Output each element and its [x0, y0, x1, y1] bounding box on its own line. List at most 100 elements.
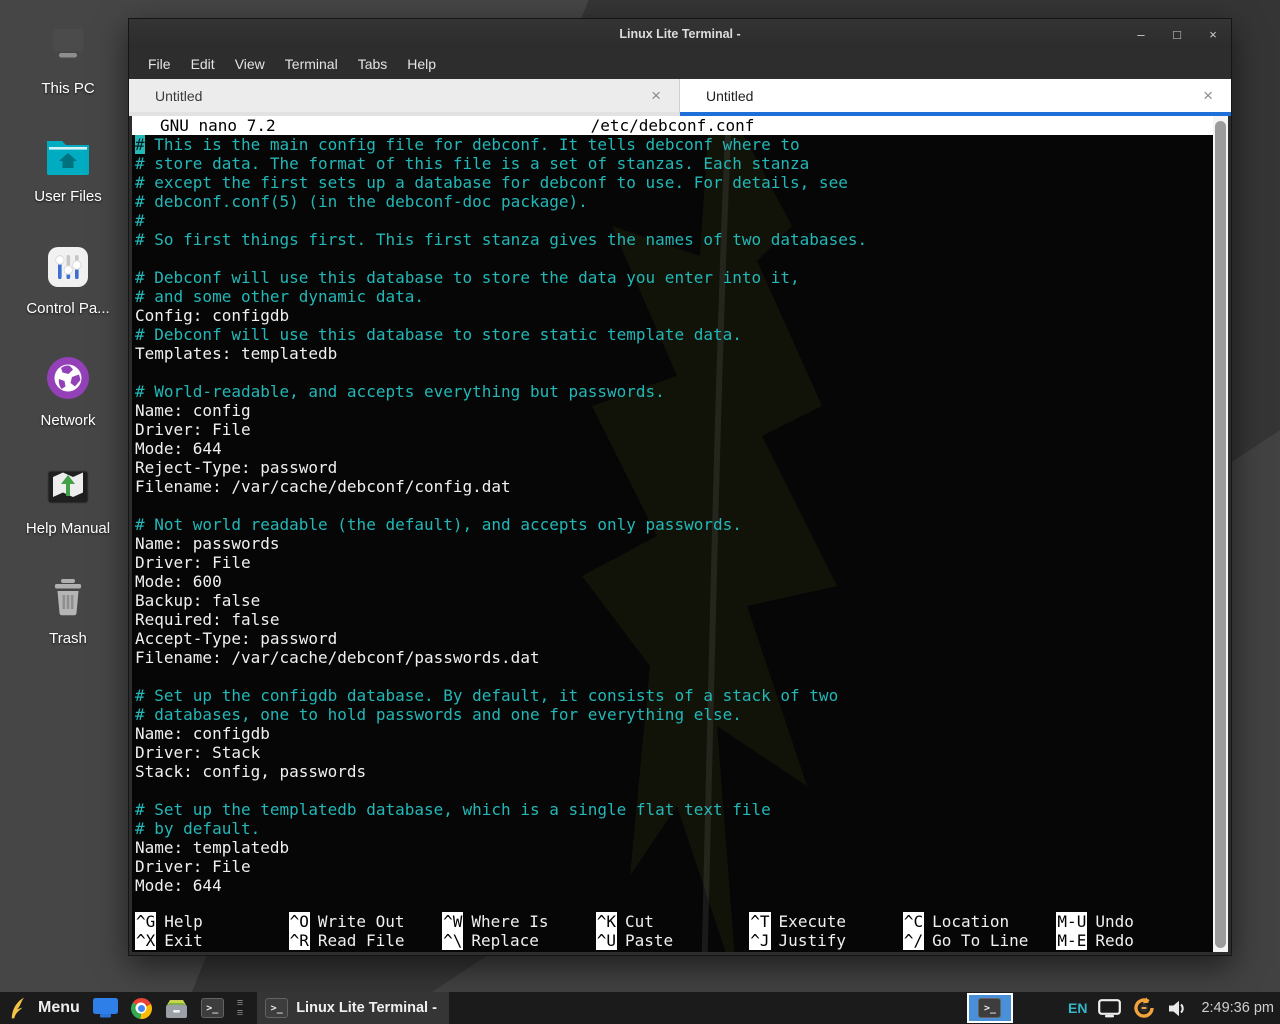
menu-file[interactable]: File — [138, 52, 181, 76]
shortcut-label: Redo — [1095, 931, 1134, 950]
computer-icon — [44, 26, 92, 73]
desktop-icon-label: Control Pa... — [26, 300, 109, 317]
menu-edit[interactable]: Edit — [181, 52, 225, 76]
nano-line: # This is the main config file for debco… — [135, 135, 1212, 154]
nano-line: # store data. The format of this file is… — [135, 154, 1212, 173]
nano-line: Name: passwords — [135, 534, 1212, 553]
nano-content-lines[interactable]: # This is the main config file for debco… — [135, 135, 1212, 895]
tab-close-icon[interactable]: × — [647, 86, 665, 106]
shortcut-key: ^U — [596, 931, 617, 950]
shortcut-label: Write Out — [318, 912, 405, 931]
taskbar: Menu >_ ≡≡ >_ Linux Lite Terminal - >_ — [0, 992, 1280, 1024]
desktop-icon-label: This PC — [41, 80, 94, 97]
menu-bar: FileEditViewTerminalTabsHelp — [129, 49, 1231, 79]
desktop-icon-label: Network — [40, 412, 95, 429]
chrome-browser-icon[interactable] — [131, 998, 152, 1019]
scrollbar-track[interactable] — [1213, 116, 1228, 952]
shortcut-key: ^G — [135, 912, 156, 931]
terminal-launcher-icon[interactable]: >_ — [201, 998, 224, 1018]
keyboard-layout-indicator[interactable]: EN — [1068, 1000, 1087, 1016]
shortcut-label: Where Is — [471, 912, 548, 931]
nano-line: Driver: File — [135, 420, 1212, 439]
task-button-label: Linux Lite Terminal - — [296, 1000, 437, 1016]
nano-shortcut: ^/Go To Line — [903, 931, 1057, 950]
desktop-icon-trash[interactable]: Trash — [2, 576, 134, 647]
nano-line: Filename: /var/cache/debconf/passwords.d… — [135, 648, 1212, 667]
maximize-button[interactable]: □ — [1169, 27, 1185, 42]
nano-line — [135, 781, 1212, 800]
nano-shortcut: ^T Execute — [749, 912, 903, 931]
shortcut-key: ^T — [749, 912, 770, 931]
nano-header: GNU nano 7.2 /etc/debconf.conf — [132, 116, 1213, 135]
desktop-icon-label: Trash — [49, 630, 87, 647]
nano-shortcut: ^CLocation — [903, 912, 1057, 931]
linux-lite-logo-icon[interactable] — [8, 996, 25, 1020]
nano-shortcut: ^OWrite Out — [289, 912, 443, 931]
tab-label: Untitled — [155, 88, 647, 104]
shortcut-label: Exit — [164, 931, 203, 950]
shortcut-key: ^J — [749, 931, 770, 950]
desktop-icon-label: Help Manual — [26, 520, 110, 537]
shortcut-label: Justify — [779, 931, 846, 950]
menu-tabs[interactable]: Tabs — [348, 52, 398, 76]
shortcut-key: ^/ — [903, 931, 924, 950]
menu-view[interactable]: View — [225, 52, 275, 76]
nano-editor[interactable]: GNU nano 7.2 /etc/debconf.conf # This is… — [132, 116, 1228, 952]
minimize-button[interactable]: – — [1133, 27, 1149, 42]
menu-button[interactable]: Menu — [38, 999, 80, 1017]
updates-available-icon[interactable] — [1132, 996, 1156, 1020]
window-titlebar[interactable]: Linux Lite Terminal - – □ × — [129, 19, 1231, 49]
shortcut-key: ^R — [289, 931, 310, 950]
shortcut-label: Paste — [625, 931, 673, 950]
window-title: Linux Lite Terminal - — [129, 27, 1231, 41]
display-settings-icon[interactable] — [1098, 999, 1121, 1018]
desktop-icon-network[interactable]: Network — [2, 356, 134, 429]
desktop-icon-control-panel[interactable]: Control Pa... — [2, 246, 134, 317]
desktop-icon-help-manual[interactable]: Help Manual — [2, 466, 134, 537]
nano-shortcut: M-UUndo — [1056, 912, 1210, 931]
volume-icon[interactable] — [1167, 999, 1188, 1018]
nano-line: Reject-Type: password — [135, 458, 1212, 477]
shortcut-label: Execute — [779, 912, 846, 931]
nano-line: Filename: /var/cache/debconf/config.dat — [135, 477, 1212, 496]
nano-line: Driver: File — [135, 553, 1212, 572]
nano-line: # and some other dynamic data. — [135, 287, 1212, 306]
tray-terminal-button[interactable]: >_ — [967, 993, 1013, 1023]
nano-line: Mode: 644 — [135, 439, 1212, 458]
nano-shortcut: ^GHelp — [135, 912, 289, 931]
desktop-icon-user-files[interactable]: User Files — [2, 136, 134, 205]
terminal-icon: >_ — [265, 998, 288, 1018]
nano-shortcut: ^WWhere Is — [442, 912, 596, 931]
nano-line: # databases, one to hold passwords and o… — [135, 705, 1212, 724]
desktop-icon-this-pc[interactable]: This PC — [2, 26, 134, 97]
nano-line: Backup: false — [135, 591, 1212, 610]
nano-line: # So first things first. This first stan… — [135, 230, 1212, 249]
nano-line: # — [135, 211, 1212, 230]
nano-shortcut: ^U Paste — [596, 931, 750, 950]
nano-shortcut: ^KCut — [596, 912, 750, 931]
tab-untitled-2[interactable]: Untitled × — [680, 79, 1231, 116]
nano-shortcut: ^RRead File — [289, 931, 443, 950]
panel-drag-handle-icon[interactable]: ≡≡ — [237, 998, 242, 1018]
tab-label: Untitled — [706, 88, 1199, 104]
nano-line: Templates: templatedb — [135, 344, 1212, 363]
system-tray: >_ EN 2:49:36 pm — [967, 993, 1280, 1023]
file-manager-icon[interactable] — [165, 998, 188, 1019]
show-desktop-icon[interactable] — [93, 998, 118, 1018]
close-button[interactable]: × — [1205, 27, 1221, 42]
tab-untitled-1[interactable]: Untitled × — [129, 79, 680, 116]
menu-help[interactable]: Help — [397, 52, 446, 76]
window-controls: – □ × — [1133, 19, 1221, 49]
nano-line: # Debconf will use this database to stor… — [135, 325, 1212, 344]
control-panel-icon — [47, 246, 89, 293]
nano-shortcut-row-1: ^GHelp^OWrite Out^WWhere Is^KCut^T Execut… — [135, 912, 1210, 931]
desktop-icon-label: User Files — [34, 188, 102, 205]
task-button-terminal[interactable]: >_ Linux Lite Terminal - — [257, 992, 449, 1024]
shortcut-label: Cut — [625, 912, 654, 931]
scrollbar-thumb[interactable] — [1215, 121, 1226, 948]
tab-close-icon[interactable]: × — [1199, 86, 1217, 106]
nano-filename: /etc/debconf.conf — [132, 116, 1213, 135]
menu-terminal[interactable]: Terminal — [275, 52, 348, 76]
clock[interactable]: 2:49:36 pm — [1201, 1000, 1274, 1016]
nano-line: # Set up the templatedb database, which … — [135, 800, 1212, 819]
